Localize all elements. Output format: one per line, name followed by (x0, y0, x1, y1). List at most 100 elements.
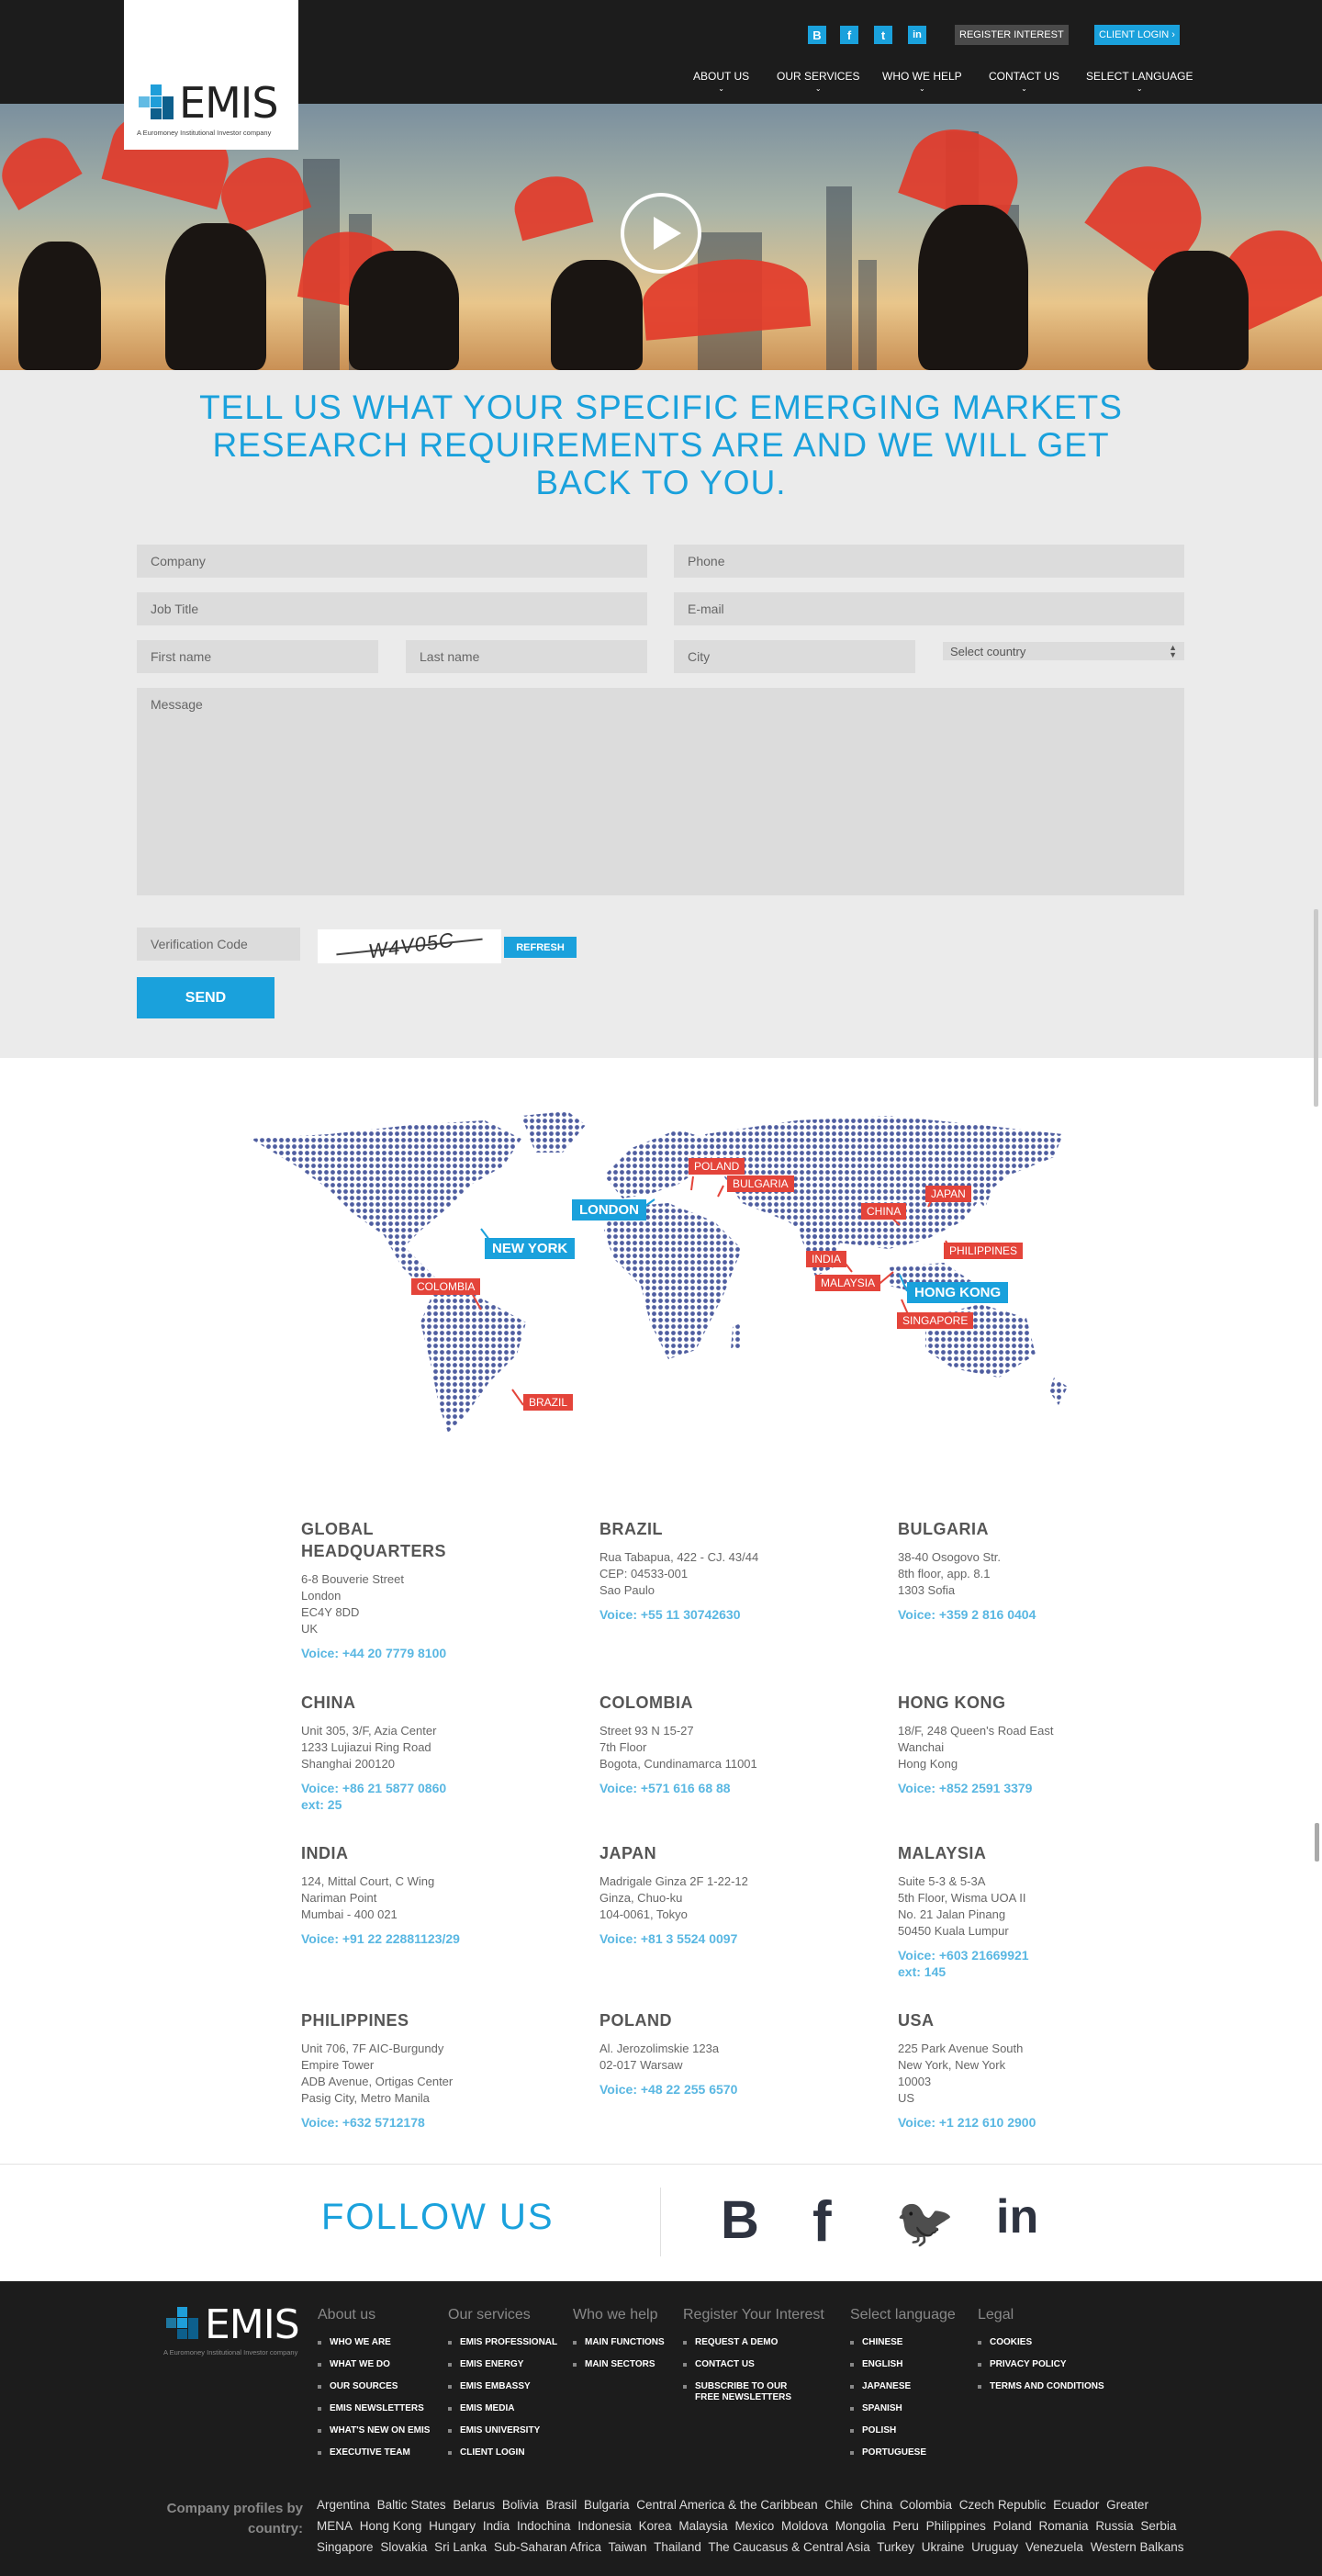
country-select[interactable]: Select country ▲ ▼ (943, 642, 1184, 660)
footer-link[interactable]: COOKIES (978, 2337, 1104, 2348)
emis-logo[interactable]: EMIS A Euromoney Institutional Investor … (124, 0, 298, 150)
linkedin-icon[interactable]: in (908, 26, 926, 44)
footer-link[interactable]: EMIS NEWSLETTERS (318, 2403, 430, 2414)
country-profile-link[interactable]: Argentina (317, 2498, 370, 2512)
footer-logo-text[interactable]: EMIS (205, 2301, 300, 2348)
footer-link[interactable]: CONTACT US (683, 2359, 824, 2370)
country-profile-link[interactable]: Philippines (926, 2519, 986, 2533)
nav-contact-us[interactable]: CONTACT US ⌄ (989, 70, 1059, 93)
office-phone-link[interactable]: Voice: +86 21 5877 0860 ext: 25 (301, 1780, 540, 1813)
twitter-icon[interactable]: 🐦 (895, 2195, 955, 2251)
blogger-icon[interactable]: B (808, 26, 826, 44)
linkedin-icon[interactable]: in (996, 2189, 1038, 2244)
phone-field[interactable]: Phone (674, 545, 1184, 578)
country-profile-link[interactable]: Brasil (545, 2498, 577, 2512)
country-profile-link[interactable]: China (860, 2498, 892, 2512)
country-profile-link[interactable]: Indonesia (577, 2519, 632, 2533)
country-profile-link[interactable]: Indochina (517, 2519, 571, 2533)
office-phone-link[interactable]: Voice: +48 22 255 6570 (599, 2081, 838, 2098)
footer-link[interactable]: EMIS EMBASSY (448, 2381, 557, 2392)
footer-link[interactable]: EXECUTIVE TEAM (318, 2447, 430, 2458)
country-profile-link[interactable]: Ecuador (1053, 2498, 1099, 2512)
country-profile-link[interactable]: Poland (993, 2519, 1032, 2533)
company-field[interactable]: Company (137, 545, 647, 578)
country-profile-link[interactable]: Bolivia (502, 2498, 539, 2512)
verification-code-field[interactable]: Verification Code (137, 928, 300, 961)
country-profile-link[interactable]: Baltic States (377, 2498, 446, 2512)
nav-our-services[interactable]: OUR SERVICES ⌄ (777, 70, 859, 93)
country-profile-link[interactable]: Russia (1095, 2519, 1133, 2533)
nav-select-language[interactable]: SELECT LANGUAGE ⌄ (1086, 70, 1193, 93)
country-profile-link[interactable]: Western Balkans (1091, 2540, 1184, 2554)
country-profile-link[interactable]: Singapore (317, 2540, 374, 2554)
country-profile-link[interactable]: Peru (892, 2519, 919, 2533)
footer-link[interactable]: WHAT'S NEW ON EMIS (318, 2425, 430, 2436)
footer-link[interactable]: SPANISH (850, 2403, 956, 2414)
country-profile-link[interactable]: Central America & the Caribbean (636, 2498, 817, 2512)
footer-link[interactable]: EMIS PROFESSIONAL (448, 2337, 557, 2348)
country-profile-link[interactable]: Belarus (453, 2498, 495, 2512)
country-profile-link[interactable]: Mexico (734, 2519, 774, 2533)
office-phone-link[interactable]: Voice: +632 5712178 (301, 2114, 540, 2131)
country-profile-link[interactable]: Taiwan (609, 2540, 647, 2554)
email-field[interactable]: E-mail (674, 592, 1184, 625)
country-profile-link[interactable]: Chile (824, 2498, 853, 2512)
footer-link[interactable]: MAIN FUNCTIONS (573, 2337, 665, 2348)
country-profile-link[interactable]: Slovakia (380, 2540, 427, 2554)
country-profile-link[interactable]: Romania (1039, 2519, 1089, 2533)
nav-who-we-help[interactable]: WHO WE HELP ⌄ (882, 70, 962, 93)
country-profile-link[interactable]: Uruguay (971, 2540, 1018, 2554)
register-interest-button[interactable]: REGISTER INTEREST (955, 25, 1069, 45)
first-name-field[interactable]: First name (137, 640, 378, 673)
footer-link[interactable]: PRIVACY POLICY (978, 2359, 1104, 2370)
footer-link[interactable]: SUBSCRIBE TO OUR FREE NEWSLETTERS (683, 2381, 824, 2403)
footer-link[interactable]: WHO WE ARE (318, 2337, 430, 2348)
country-profile-link[interactable]: Turkey (877, 2540, 914, 2554)
office-phone-link[interactable]: Voice: +91 22 22881123/29 (301, 1930, 540, 1947)
message-field[interactable]: Message (137, 688, 1184, 895)
country-profile-link[interactable]: The Caucasus & Central Asia (708, 2540, 869, 2554)
office-phone-link[interactable]: Voice: +44 20 7779 8100 (301, 1645, 540, 1661)
client-login-button[interactable]: CLIENT LOGIN › (1094, 25, 1180, 45)
footer-link[interactable]: EMIS MEDIA (448, 2403, 557, 2414)
footer-link[interactable]: PORTUGUESE (850, 2447, 956, 2458)
country-profile-link[interactable]: Malaysia (678, 2519, 727, 2533)
footer-link[interactable]: CLIENT LOGIN (448, 2447, 557, 2458)
blogger-icon[interactable]: B (721, 2189, 759, 2251)
footer-link[interactable]: WHAT WE DO (318, 2359, 430, 2370)
office-phone-link[interactable]: Voice: +359 2 816 0404 (898, 1606, 1137, 1623)
country-profile-link[interactable]: Venezuela (1025, 2540, 1083, 2554)
office-phone-link[interactable]: Voice: +1 212 610 2900 (898, 2114, 1137, 2131)
twitter-icon[interactable]: t (874, 26, 892, 44)
footer-link[interactable]: EMIS UNIVERSITY (448, 2425, 557, 2436)
footer-link[interactable]: ENGLISH (850, 2359, 956, 2370)
play-video-button[interactable] (621, 193, 701, 274)
office-phone-link[interactable]: Voice: +571 616 68 88 (599, 1780, 838, 1796)
country-profile-link[interactable]: Mongolia (835, 2519, 886, 2533)
footer-link[interactable]: MAIN SECTORS (573, 2359, 665, 2370)
country-profile-link[interactable]: Colombia (900, 2498, 952, 2512)
country-profile-link[interactable]: Korea (639, 2519, 672, 2533)
country-profile-link[interactable]: Moldova (781, 2519, 828, 2533)
footer-link[interactable]: OUR SOURCES (318, 2381, 430, 2392)
country-profile-link[interactable]: Czech Republic (959, 2498, 1047, 2512)
country-profile-link[interactable]: Hong Kong (360, 2519, 422, 2533)
footer-link[interactable]: POLISH (850, 2425, 956, 2436)
footer-link[interactable]: JAPANESE (850, 2381, 956, 2392)
country-profile-link[interactable]: Serbia (1140, 2519, 1176, 2533)
facebook-icon[interactable]: f (812, 2189, 832, 2255)
office-phone-link[interactable]: Voice: +852 2591 3379 (898, 1780, 1137, 1796)
country-profile-link[interactable]: Hungary (429, 2519, 476, 2533)
office-phone-link[interactable]: Voice: +603 21669921 ext: 145 (898, 1947, 1137, 1980)
country-profile-link[interactable]: Thailand (654, 2540, 701, 2554)
scrollbar-thumb[interactable] (1314, 909, 1318, 1107)
city-field[interactable]: City (674, 640, 915, 673)
job-title-field[interactable]: Job Title (137, 592, 647, 625)
footer-link[interactable]: EMIS ENERGY (448, 2359, 557, 2370)
country-profile-link[interactable]: India (483, 2519, 510, 2533)
footer-link[interactable]: REQUEST A DEMO (683, 2337, 824, 2348)
country-profile-link[interactable]: Sub-Saharan Africa (494, 2540, 601, 2554)
office-phone-link[interactable]: Voice: +81 3 5524 0097 (599, 1930, 838, 1947)
last-name-field[interactable]: Last name (406, 640, 647, 673)
nav-about-us[interactable]: ABOUT US ⌄ (693, 70, 749, 93)
